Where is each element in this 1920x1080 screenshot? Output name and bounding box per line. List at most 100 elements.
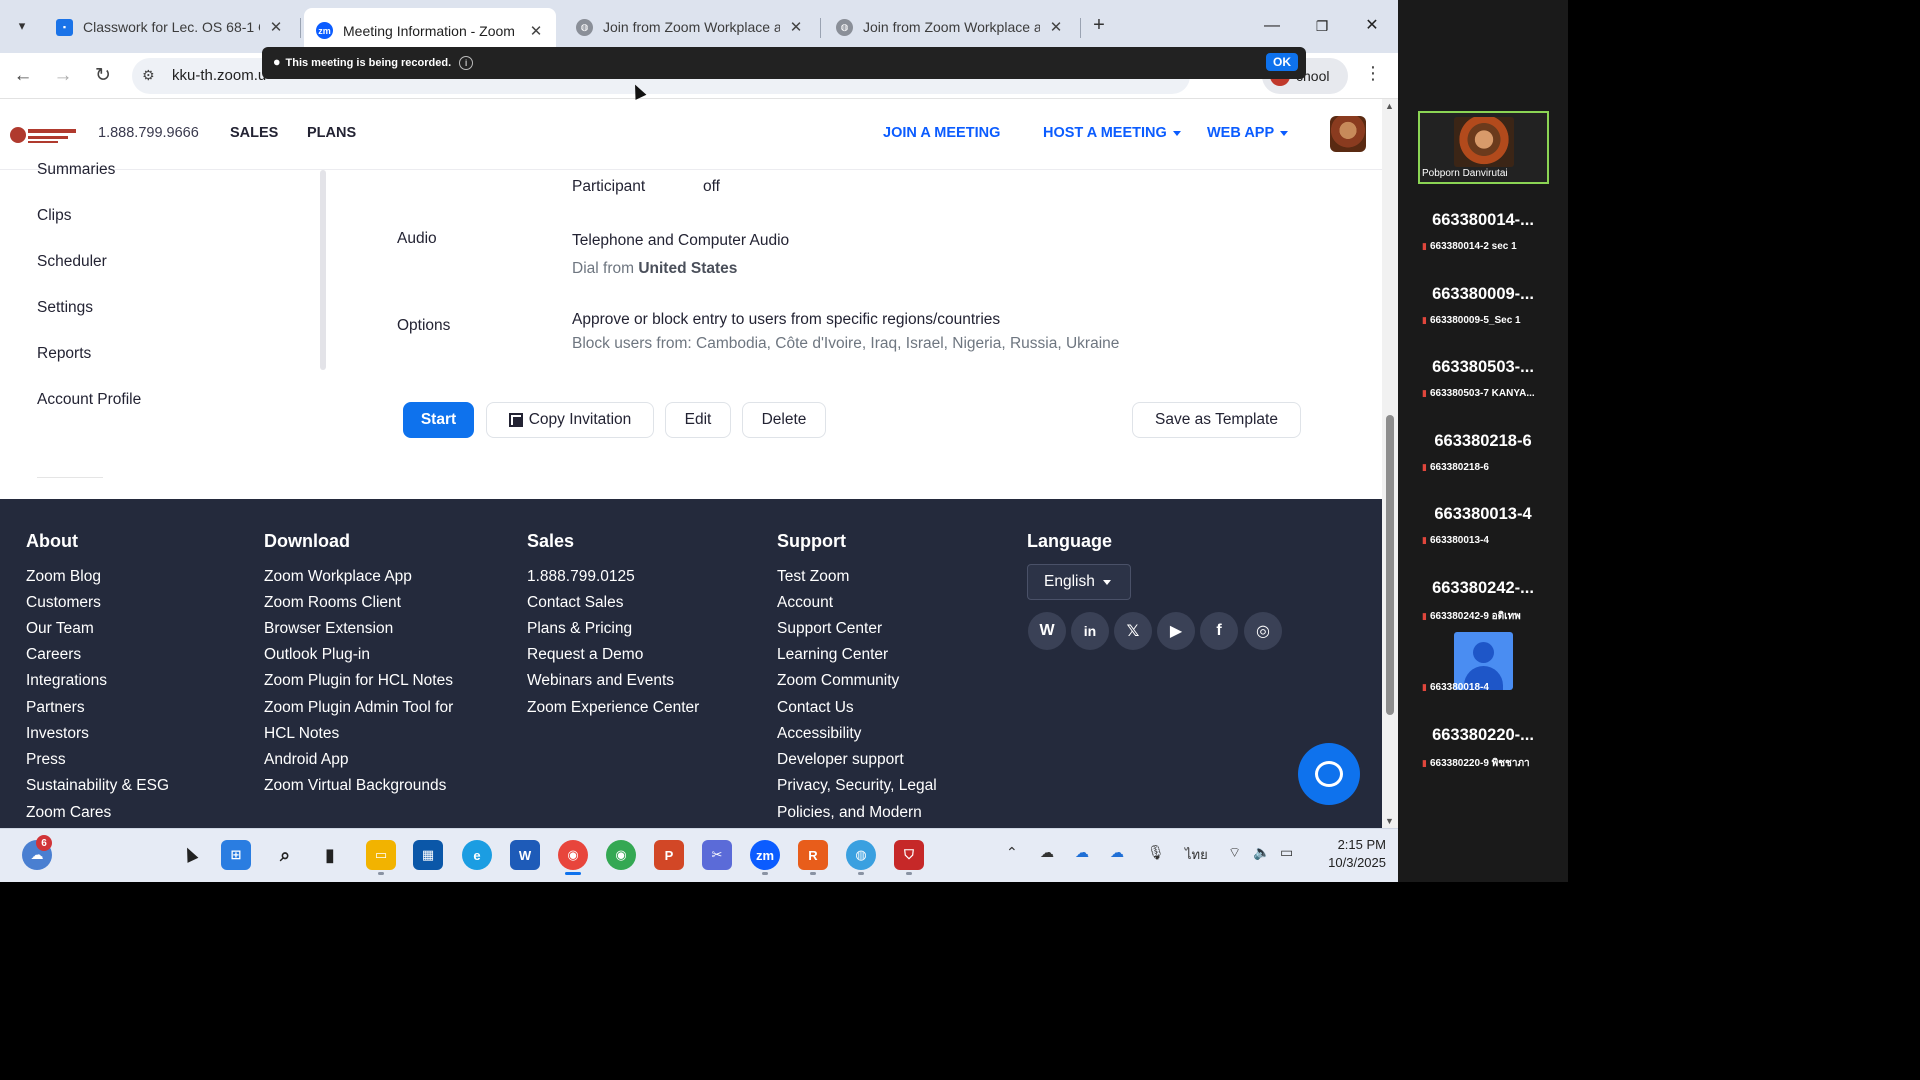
footer-link[interactable]: Zoom Plugin for HCL Notes — [264, 672, 453, 690]
tab-join-zoom-1[interactable]: ◍ Join from Zoom Workplace app ✕ — [564, 10, 816, 44]
cloud-icon[interactable]: ☁ — [1040, 844, 1054, 861]
microphone-icon[interactable]: 🎙 — [1147, 844, 1165, 861]
tab-classwork[interactable]: ▪ Classwork for Lec. OS 68-1 CS F ✕ — [44, 10, 296, 44]
edge-icon[interactable]: e — [462, 840, 492, 870]
footer-link[interactable]: Browser Extension — [264, 620, 393, 638]
instagram-icon[interactable]: ◎ — [1244, 612, 1282, 650]
participant-tile[interactable]: 663380218-6 ▮ 663380218-6 — [1418, 428, 1548, 496]
sidebar-item-account-profile[interactable]: Account Profile — [37, 391, 141, 409]
footer-link[interactable]: Zoom Experience Center — [527, 699, 699, 717]
store-icon[interactable]: ▦ — [413, 840, 443, 870]
participant-tile[interactable]: 663380220-... ▮ 663380220-9 พิชชาภา — [1418, 722, 1548, 790]
minimize-button[interactable]: — — [1258, 12, 1286, 40]
footer-link[interactable]: Investors — [26, 725, 89, 743]
wifi-icon[interactable]: ⌔ — [1228, 844, 1241, 862]
close-icon[interactable]: ✕ — [1048, 18, 1064, 36]
edit-button[interactable]: Edit — [665, 402, 731, 438]
footer-link[interactable]: Zoom Cares — [26, 804, 111, 822]
input-language[interactable]: ไทย — [1185, 844, 1208, 865]
reader-icon[interactable]: R — [798, 840, 828, 870]
start-icon[interactable]: ⊞ — [221, 840, 251, 870]
powerpoint-icon[interactable]: P — [654, 840, 684, 870]
footer-link[interactable]: Press — [26, 751, 66, 769]
close-icon[interactable]: ✕ — [268, 18, 284, 36]
footer-link[interactable]: Support Center — [777, 620, 882, 638]
nav-host-meeting[interactable]: HOST A MEETING — [1043, 125, 1181, 141]
sidebar-scrollbar[interactable] — [320, 170, 326, 370]
participant-tile[interactable]: 663380009-... ▮ 663380009-5_Sec 1 — [1418, 281, 1548, 349]
footer-link[interactable]: Request a Demo — [527, 646, 643, 664]
forward-icon[interactable]: → — [50, 63, 76, 89]
footer-link[interactable]: HCL Notes — [264, 725, 339, 743]
volume-icon[interactable]: 🔈 — [1253, 844, 1270, 861]
footer-link[interactable]: Zoom Workplace App — [264, 568, 412, 586]
university-logo[interactable] — [10, 123, 78, 147]
new-tab-button[interactable]: + — [1088, 14, 1110, 36]
shield-icon[interactable]: ⛉ — [894, 840, 924, 870]
restore-button[interactable]: ❐ — [1308, 12, 1336, 40]
participant-tile[interactable]: 663380013-4 ▮ 663380013-4 — [1418, 501, 1548, 569]
participant-tile[interactable]: ▮ 663380018-4 — [1418, 649, 1548, 717]
facebook-icon[interactable]: f — [1200, 612, 1238, 650]
word-icon[interactable]: W — [510, 840, 540, 870]
footer-link[interactable]: Partners — [26, 699, 85, 717]
nav-plans[interactable]: PLANS — [307, 125, 356, 141]
footer-link[interactable]: Privacy, Security, Legal — [777, 777, 937, 795]
back-icon[interactable]: ← — [10, 63, 36, 89]
participant-tile[interactable]: 663380014-... ▮ 663380014-2 sec 1 — [1418, 207, 1548, 275]
language-select[interactable]: English — [1027, 564, 1131, 600]
task-view-icon[interactable]: ▮ — [315, 840, 345, 870]
sidebar-item-clips[interactable]: Clips — [37, 207, 71, 225]
chrome-icon[interactable]: ◉ — [558, 840, 588, 870]
footer-link[interactable]: Customers — [26, 594, 101, 612]
chat-button[interactable] — [1298, 743, 1360, 805]
footer-link[interactable]: Zoom Virtual Backgrounds — [264, 777, 446, 795]
participant-tile[interactable]: 663380503-... ▮ 663380503-7 KANYA... — [1418, 354, 1548, 422]
snipping-tool-icon[interactable]: ✂ — [702, 840, 732, 870]
wordpress-icon[interactable]: W — [1028, 612, 1066, 650]
footer-link[interactable]: Webinars and Events — [527, 672, 674, 690]
footer-link[interactable]: Integrations — [26, 672, 107, 690]
footer-link[interactable]: Plans & Pricing — [527, 620, 632, 638]
save-as-template-button[interactable]: Save as Template — [1132, 402, 1301, 438]
sidebar-item-scheduler[interactable]: Scheduler — [37, 253, 107, 271]
recording-ok-button[interactable]: OK — [1266, 53, 1298, 71]
footer-link[interactable]: Accessibility — [777, 725, 861, 743]
battery-icon[interactable]: ▭ — [1280, 844, 1293, 861]
avatar[interactable] — [1330, 116, 1366, 152]
footer-link[interactable]: Account — [777, 594, 833, 612]
chrome-icon[interactable]: ◉ — [606, 840, 636, 870]
info-icon[interactable]: i — [459, 56, 474, 70]
footer-link[interactable]: Zoom Plugin Admin Tool for — [264, 699, 453, 717]
system-clock[interactable]: 2:15 PM 10/3/2025 — [1310, 836, 1386, 872]
footer-link[interactable]: Our Team — [26, 620, 94, 638]
page-scrollbar[interactable]: ▲ ▼ — [1382, 99, 1398, 828]
footer-link[interactable]: Outlook Plug-in — [264, 646, 370, 664]
footer-link[interactable]: Contact Sales — [527, 594, 624, 612]
footer-link[interactable]: Learning Center — [777, 646, 888, 664]
scroll-up-icon[interactable]: ▲ — [1385, 101, 1394, 111]
site-info-icon[interactable]: ⚙ — [142, 67, 155, 84]
reload-icon[interactable]: ↻ — [90, 63, 116, 89]
onedrive-icon[interactable]: ☁ — [1075, 844, 1089, 861]
onedrive-icon[interactable]: ☁ — [1110, 844, 1124, 861]
delete-button[interactable]: Delete — [742, 402, 826, 438]
sidebar-item-settings[interactable]: Settings — [37, 299, 93, 317]
footer-link[interactable]: 1.888.799.0125 — [527, 568, 635, 586]
close-icon[interactable]: ✕ — [788, 18, 804, 36]
footer-link[interactable]: Careers — [26, 646, 81, 664]
footer-link[interactable]: Zoom Community — [777, 672, 899, 690]
linkedin-icon[interactable]: in — [1071, 612, 1109, 650]
close-icon[interactable]: ✕ — [528, 22, 544, 40]
chevron-up-icon[interactable]: ⌃ — [1006, 844, 1018, 861]
header-phone[interactable]: 1.888.799.9666 — [98, 125, 199, 141]
nav-join-meeting[interactable]: JOIN A MEETING — [883, 125, 1000, 141]
footer-link[interactable]: Android App — [264, 751, 348, 769]
x-icon[interactable]: 𝕏 — [1114, 612, 1152, 650]
nav-web-app[interactable]: WEB APP — [1207, 125, 1289, 141]
tab-search-icon[interactable]: ▾ — [8, 12, 36, 40]
sidebar-item-summaries[interactable]: Summaries — [37, 161, 115, 179]
tab-join-zoom-2[interactable]: ◍ Join from Zoom Workplace app ✕ — [824, 10, 1076, 44]
footer-link[interactable]: Policies, and Modern — [777, 804, 922, 822]
copy-invitation-button[interactable]: Copy Invitation — [486, 402, 654, 438]
